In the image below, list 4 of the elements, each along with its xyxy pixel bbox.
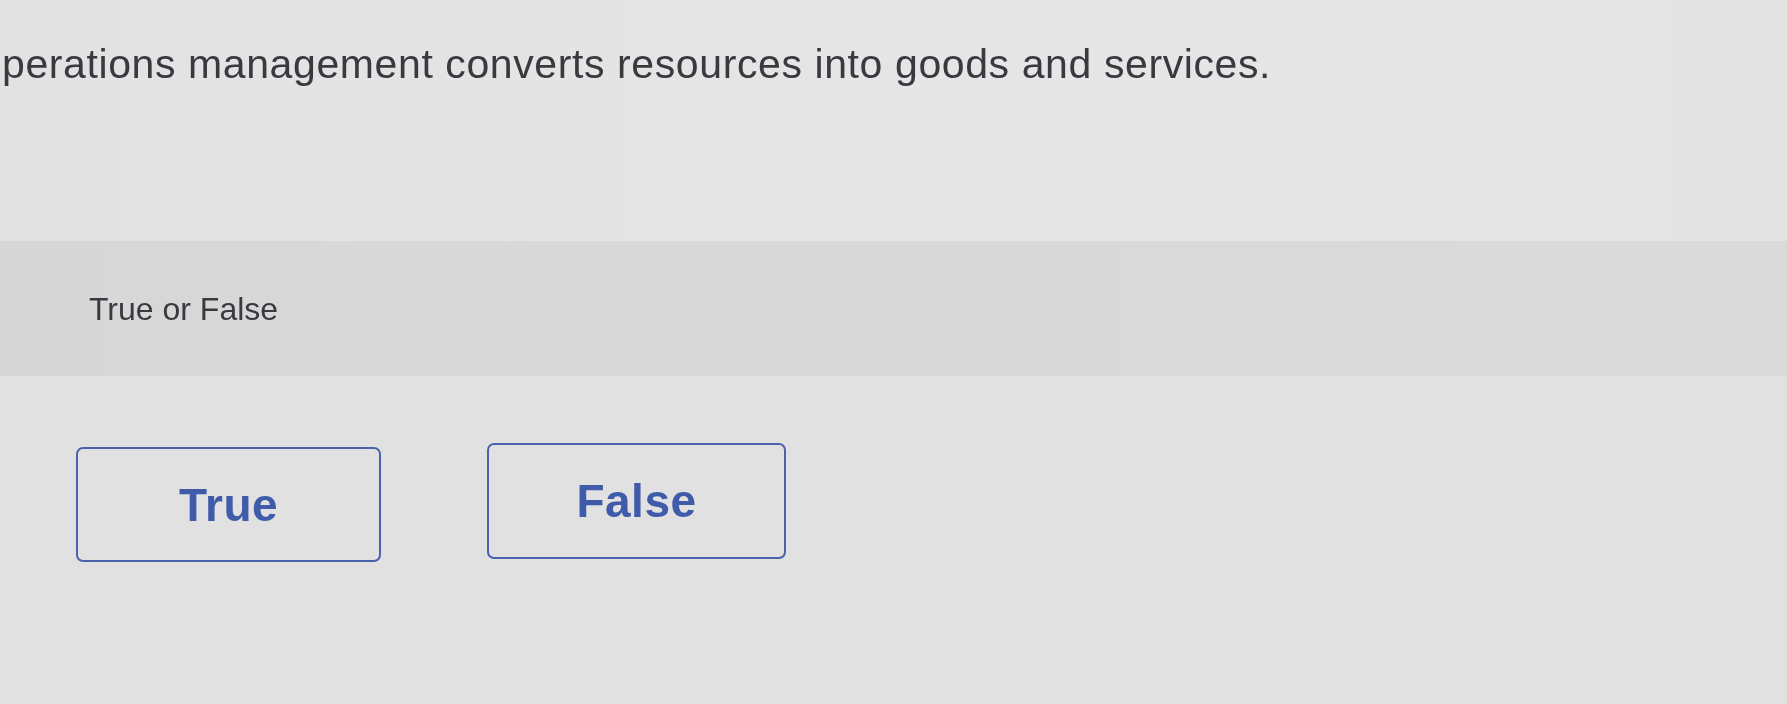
question-type-label: True or False	[89, 290, 279, 329]
choice-button[interactable]: False	[487, 443, 786, 559]
choice-button[interactable]: True	[76, 447, 381, 562]
question-text: perations management converts resources into goods and services.	[2, 40, 1272, 89]
